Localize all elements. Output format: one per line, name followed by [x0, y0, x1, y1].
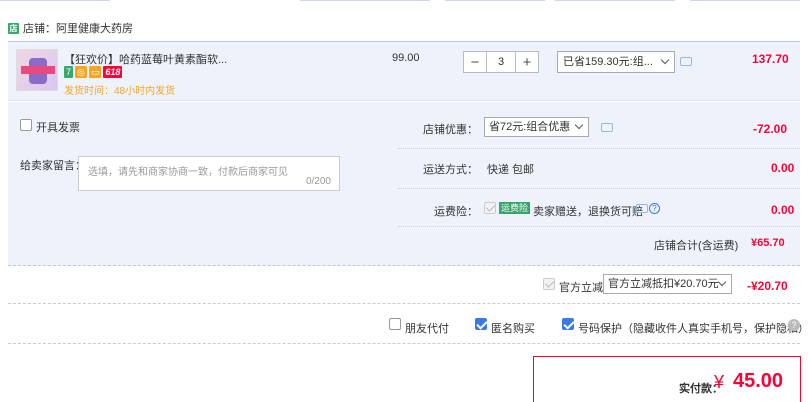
insurance-amount: 0.00 — [771, 203, 795, 217]
decrease-quantity-button[interactable]: − — [464, 52, 486, 72]
official-discount-amount: -¥20.70 — [747, 279, 788, 293]
official-discount-value: 官方立减抵扣¥20.70元 — [608, 278, 719, 290]
quantity-input[interactable]: 3 — [486, 52, 516, 72]
seller-message-input[interactable]: 选填，请先和商家协商一致，付款后商家可见 0/200 — [78, 156, 340, 191]
item-promo-select[interactable]: 已省159.30元:组... — [557, 51, 675, 73]
divider — [8, 303, 800, 304]
item-promo-value: 已省159.30元:组... — [563, 56, 653, 68]
insurance-label: 运费险： — [434, 206, 478, 218]
message-label: 给卖家留言： — [20, 160, 86, 172]
help-icon[interactable]: ? — [649, 203, 660, 214]
store-badge-icon: 店 — [8, 22, 19, 34]
friend-pay-label: 朋友代付 — [405, 323, 449, 335]
chat-icon[interactable] — [601, 123, 613, 132]
chevron-down-icon — [717, 277, 727, 287]
product-thumbnail[interactable] — [16, 49, 58, 91]
divider — [8, 343, 800, 344]
payment-currency: ¥ — [714, 372, 725, 392]
chevron-down-icon — [660, 55, 670, 65]
item-total: 137.70 — [752, 52, 789, 66]
store-total-amount: ¥65.70 — [751, 237, 785, 249]
invoice-label: 开具发票 — [36, 122, 80, 134]
delivery-amount: 0.00 — [771, 161, 795, 175]
privacy-checkbox[interactable] — [562, 318, 574, 330]
top-divider — [0, 0, 808, 1]
insurance-checkbox — [484, 202, 496, 214]
privacy-label: 号码保护（隐藏收件人真实手机号，保护隐私） — [578, 323, 808, 335]
insurance-text: 卖家赠送，退换货可赔 — [533, 206, 643, 218]
store-discount-amount: -72.00 — [753, 122, 788, 136]
payment-amount: 45.00 — [733, 370, 784, 392]
store-discount-select[interactable]: 省72元:组合优惠 — [484, 117, 589, 137]
message-placeholder: 选填，请先和商家协商一致，付款后商家可见 — [88, 167, 288, 178]
quantity-stepper: − 3 + — [463, 51, 539, 73]
unit-price: 99.00 — [392, 52, 420, 64]
store-name-link[interactable]: 阿里健康大药房 — [56, 20, 133, 36]
friend-pay-checkbox[interactable] — [389, 318, 401, 330]
insurance-tag: 运费险 — [499, 202, 531, 214]
divider — [398, 226, 800, 227]
card-icon[interactable]: ▭ — [88, 66, 102, 78]
anonymous-checkbox[interactable] — [475, 318, 487, 330]
store-label: 店铺： — [23, 23, 56, 35]
message-char-counter: 0/200 — [305, 176, 331, 187]
store-discount-label: 店铺优惠： — [423, 124, 478, 136]
official-discount-checkbox — [543, 278, 555, 290]
official-discount-label: 官方立减 — [559, 282, 603, 294]
store-discount-value: 省72元:组合优惠 — [489, 121, 571, 133]
product-title-link[interactable]: 【狂欢价】哈药蓝莓叶黄素酯软... — [64, 51, 227, 67]
anonymous-label: 匿名购买 — [491, 323, 535, 335]
delivery-label: 运送方式： — [423, 164, 478, 176]
product-tags: 7 ◎ ▭ 618 — [64, 66, 123, 78]
seven-day-return-icon[interactable]: 7 — [64, 66, 74, 78]
official-discount-select[interactable]: 官方立减抵扣¥20.70元 — [603, 274, 732, 294]
divider — [398, 188, 800, 189]
delivery-value: 快递 包邮 — [487, 164, 535, 176]
invoice-checkbox[interactable] — [20, 119, 32, 131]
store-header: 店 店铺： 阿里健康大药房 — [8, 18, 133, 38]
ship-time: 发货时间：48小时内发货 — [64, 86, 176, 97]
chat-icon[interactable] — [680, 57, 692, 66]
service-icon[interactable]: ◎ — [75, 66, 87, 78]
chevron-down-icon — [574, 120, 584, 130]
divider — [398, 148, 800, 149]
help-icon[interactable]: ? — [788, 319, 800, 331]
increase-quantity-button[interactable]: + — [516, 52, 538, 72]
618-promo-icon[interactable]: 618 — [103, 66, 123, 78]
chat-icon[interactable] — [636, 204, 648, 213]
store-total-label: 店铺合计(含运费) — [654, 240, 739, 252]
